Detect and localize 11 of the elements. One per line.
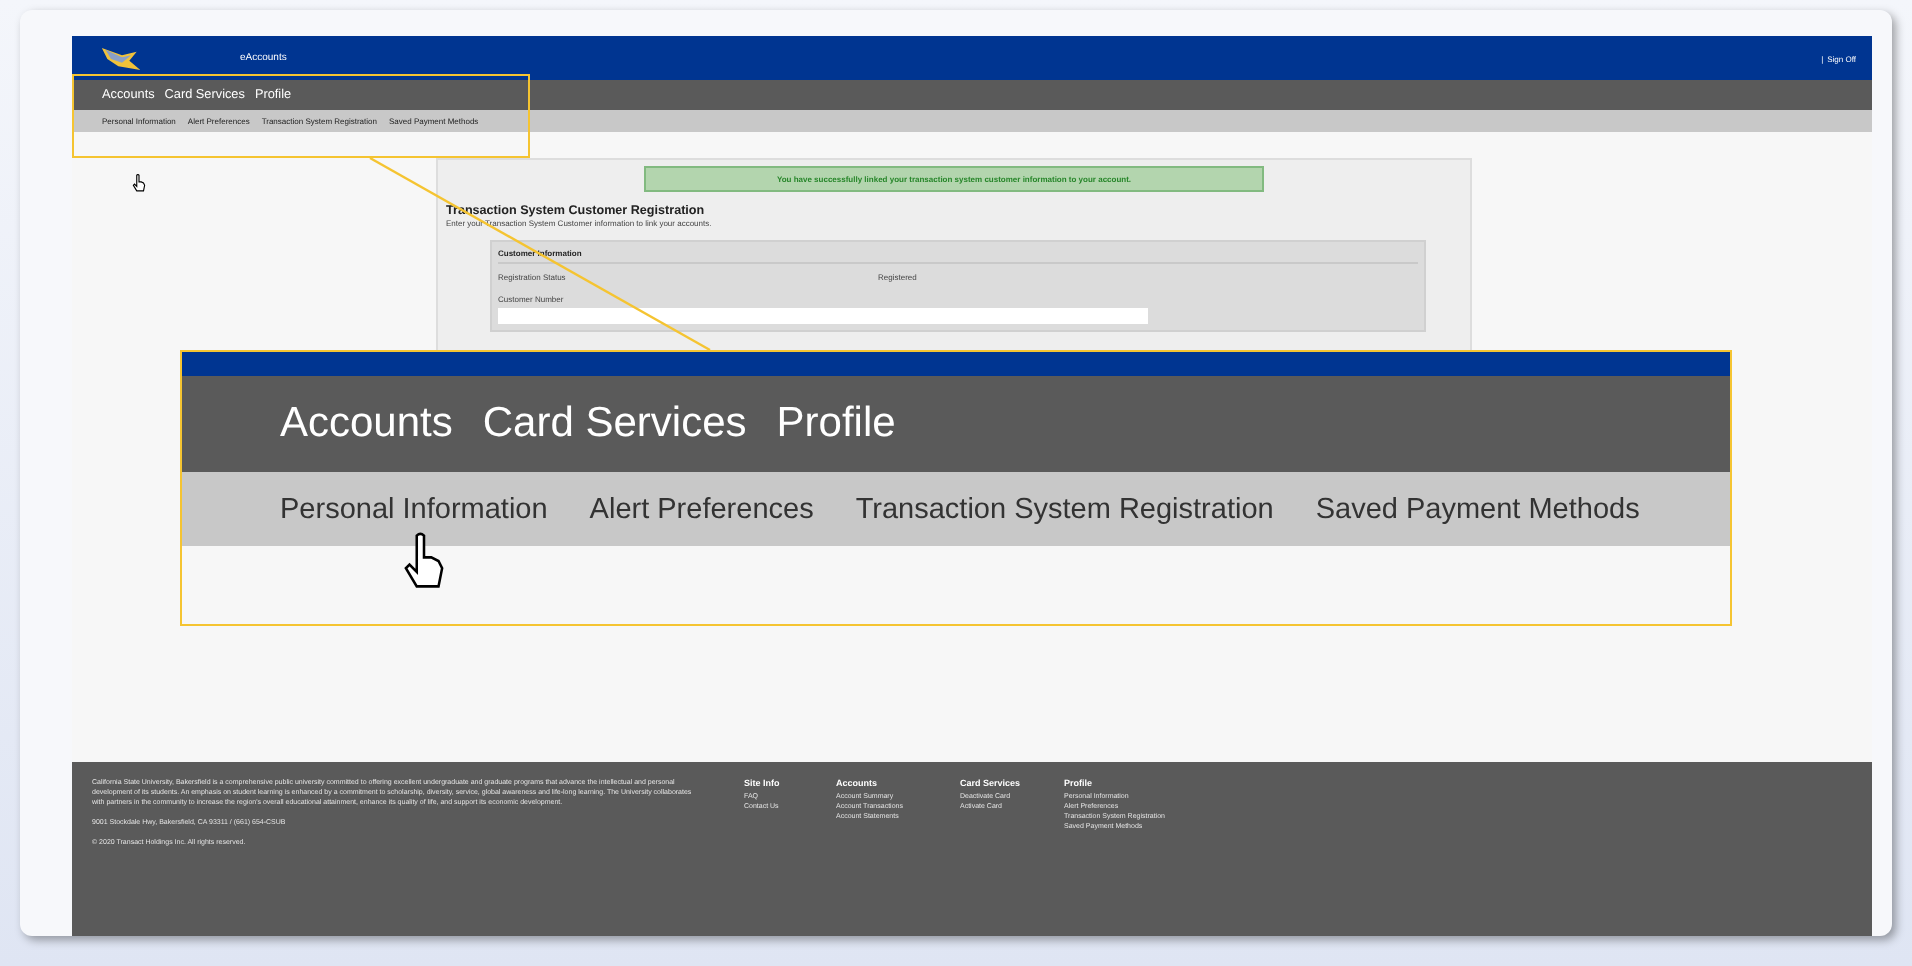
hand-cursor-icon (402, 532, 446, 590)
subnav-link[interactable]: Transaction System Registration (855, 493, 1274, 525)
nav-link[interactable]: Card Services (482, 400, 747, 448)
nav-link[interactable]: Profile (776, 400, 896, 448)
nav-link[interactable]: Accounts (280, 400, 453, 448)
customer-number-field[interactable] (498, 308, 1148, 324)
hand-cursor-icon (132, 174, 146, 192)
subnav-link[interactable]: Alert Preferences (589, 493, 814, 525)
subnav-link[interactable]: Saved Payment Methods (1315, 493, 1640, 525)
subnav-link[interactable]: Personal Information (280, 493, 548, 525)
bird-logo-icon (100, 43, 144, 73)
